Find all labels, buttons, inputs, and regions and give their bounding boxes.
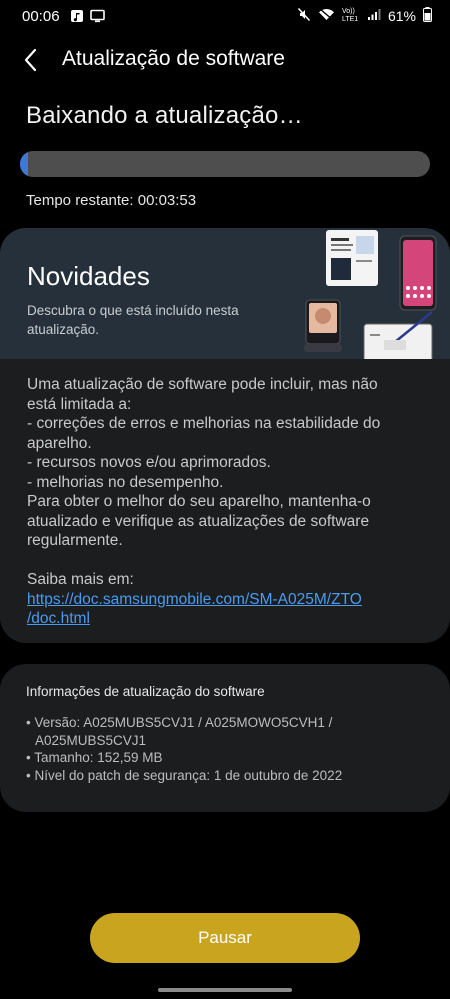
download-progress-bar [20, 151, 430, 177]
mute-icon [297, 7, 311, 25]
info-line-version-cont: A025MUBS5CVJ1 [35, 732, 147, 748]
back-button[interactable] [20, 46, 44, 74]
body-spacer [27, 551, 422, 571]
download-progress-fill [20, 151, 29, 177]
battery-level: 61% [387, 8, 416, 24]
body-line: Saiba mais em: [27, 571, 134, 588]
body-line: Uma atualização de software pode incluir… [27, 376, 378, 393]
body-line: Para obter o melhor do seu aparelho, man… [27, 493, 371, 510]
music-icon [70, 9, 84, 23]
back-arrow-icon [24, 48, 37, 72]
battery-icon [423, 7, 432, 25]
info-line-size: • Tamanho: 152,59 MB [26, 750, 163, 765]
whats-new-title: Novidades [27, 261, 150, 291]
status-time: 00:06 [22, 8, 60, 25]
devices-illustration [304, 230, 437, 359]
whats-new-subtitle: Descubra o que está incluído nesta atual… [27, 301, 287, 339]
whats-new-card: Novidades Descubra o que está incluído n… [0, 228, 450, 643]
body-line: - melhorias no desempenho. [27, 473, 224, 491]
body-line: está limitada a: [27, 395, 132, 413]
wifi-icon [318, 8, 335, 24]
link-line[interactable]: https://doc.samsungmobile.com/SM-A025M/Z… [27, 590, 422, 610]
body-line: aparelho. [27, 434, 92, 452]
volte-label: Vo)) LTE1 [341, 8, 359, 23]
status-bar: 00:06 Vo)) LTE1 61% [0, 0, 450, 34]
subtitle-line: Descubra o que está incluído nesta [27, 303, 239, 318]
time-remaining: Tempo restante: 00:03:53 [26, 192, 197, 209]
download-heading: Baixando a atualização… [26, 102, 303, 129]
update-info-list: • Versão: A025MUBS5CVJ1 / A025MOWO5CVH1 … [26, 714, 342, 784]
info-line-version: • Versão: A025MUBS5CVJ1 / A025MOWO5CVH1 … [26, 715, 333, 730]
pause-button[interactable]: Pausar [90, 913, 360, 963]
body-line: atualizado e verifique as atualizações d… [27, 512, 370, 530]
whats-new-body: Uma atualização de software pode incluir… [27, 375, 422, 629]
samsung-doc-link[interactable]: https://doc.samsungmobile.com/SM-A025M/Z… [27, 590, 422, 629]
subtitle-line: atualização. [27, 322, 100, 337]
signal-icon [367, 8, 381, 24]
navigation-handle[interactable] [158, 988, 292, 992]
body-line: - correções de erros e melhorias na esta… [27, 415, 381, 432]
status-right: Vo)) LTE1 61% [297, 7, 432, 25]
info-line-patch: • Nível do patch de segurança: 1 de outu… [26, 767, 343, 783]
whats-new-banner: Novidades Descubra o que está incluído n… [0, 228, 450, 359]
update-info-title: Informações de atualização do software [26, 684, 265, 699]
link-line[interactable]: /doc.html [27, 610, 90, 627]
update-info-card: Informações de atualização do software •… [0, 664, 450, 812]
screen-cast-icon [90, 9, 105, 23]
page-title: Atualização de software [62, 47, 285, 70]
body-line: - recursos novos e/ou aprimorados. [27, 454, 271, 471]
body-line: regularmente. [27, 532, 123, 549]
